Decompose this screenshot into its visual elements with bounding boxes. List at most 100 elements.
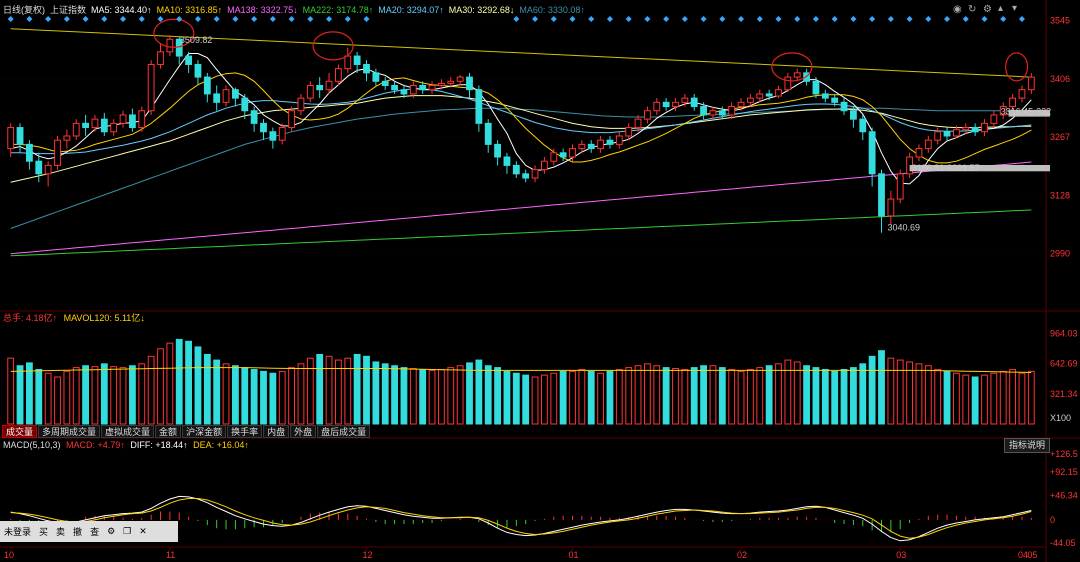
marker-diamond-22 xyxy=(213,16,220,22)
tab-2[interactable]: 虚拟成交量 xyxy=(101,425,155,438)
candle-body-16 xyxy=(157,51,164,65)
arrow-up-icon[interactable]: ▴ xyxy=(998,3,1003,14)
xtick-7: 05 xyxy=(1027,550,1037,560)
arrow-down-icon[interactable]: ▾ xyxy=(1012,3,1017,14)
cancel-order-button[interactable]: 撤 xyxy=(69,525,86,538)
volume-bar-65 xyxy=(615,368,623,425)
volume-bar-72 xyxy=(681,368,689,425)
volume-bar-109 xyxy=(1027,370,1035,425)
price-annotations: 3509.82 3040.69 3186.81-3201.57 3316.45-332 xyxy=(180,35,1051,232)
candle-body-1 xyxy=(16,127,24,145)
candle-1 xyxy=(16,123,24,153)
query-button[interactable]: 查 xyxy=(86,525,103,538)
volume-bar-16 xyxy=(157,348,164,425)
candle-28 xyxy=(269,127,277,149)
tab-8[interactable]: 盘后成交量 xyxy=(317,425,371,438)
candle-63 xyxy=(597,135,604,153)
refresh-icon[interactable]: ↻ xyxy=(968,4,976,15)
volume-bar-66 xyxy=(625,367,633,425)
tab-4[interactable]: 沪深金额 xyxy=(182,425,227,438)
volume-bar-23 xyxy=(222,363,230,425)
high-annotation: 3509.82 xyxy=(180,35,213,45)
macd-title: MACD(5,10,3) xyxy=(3,440,61,450)
candle-body-78 xyxy=(737,101,745,108)
tab-3[interactable]: 金额 xyxy=(155,425,182,438)
candle-body-79 xyxy=(747,97,754,103)
candle-body-54 xyxy=(512,164,520,175)
candle-body-15 xyxy=(147,63,155,112)
candle-83 xyxy=(784,72,792,92)
volume-bar-93 xyxy=(878,350,885,425)
candle-23 xyxy=(222,85,230,107)
candle-body-25 xyxy=(241,97,249,112)
candle-7 xyxy=(72,119,80,141)
volume-bar-20 xyxy=(194,346,202,425)
sell-button[interactable]: 卖 xyxy=(52,525,69,538)
candle-body-13 xyxy=(129,114,136,129)
candle-22 xyxy=(213,85,221,111)
candle-body-41 xyxy=(391,85,398,91)
volume-bar-54 xyxy=(512,372,520,425)
marker-diamond-2 xyxy=(26,16,33,22)
macd-ytick-2: +46.34 xyxy=(1050,491,1078,501)
moving-average-lines xyxy=(10,53,1032,257)
volume-bar-21 xyxy=(203,353,211,425)
low-annotation: 3040.69 xyxy=(888,223,921,233)
xtick-0: 10 xyxy=(4,550,14,560)
vol-ytick-1: 642.69 xyxy=(1050,359,1078,369)
candle-body-40 xyxy=(381,80,389,87)
tab-1[interactable]: 多周期成交量 xyxy=(38,425,101,438)
candle-27 xyxy=(260,119,267,141)
gear-icon[interactable]: ⚙ xyxy=(103,526,119,537)
login-button[interactable]: 未登录 xyxy=(0,525,35,538)
price-ytick-0: 3545 xyxy=(1050,15,1070,25)
volume-bar-52 xyxy=(494,367,501,425)
marker-diamond-96 xyxy=(906,16,913,22)
tab-0[interactable]: 成交量 xyxy=(2,425,38,438)
candle-38 xyxy=(363,60,370,82)
candle-body-80 xyxy=(756,93,764,99)
volume-bar-80 xyxy=(756,367,764,425)
volume-bar-59 xyxy=(559,370,567,425)
candle-65 xyxy=(615,131,623,149)
marker-diamond-104 xyxy=(981,16,988,22)
candle-70 xyxy=(662,98,670,111)
ma-legend-ma20: MA20: 3294.07↑ xyxy=(378,5,444,15)
indicator-help-button[interactable]: 指标说明 xyxy=(1004,438,1050,453)
candlesticks[interactable] xyxy=(7,35,1035,233)
tab-5[interactable]: 换手率 xyxy=(227,425,263,438)
marker-diamond-98 xyxy=(925,16,932,22)
volume-bar-91 xyxy=(859,363,867,425)
volume-bar-70 xyxy=(662,367,670,425)
volume-bar-62 xyxy=(587,370,595,425)
tab-6[interactable]: 内盘 xyxy=(263,425,290,438)
candle-body-4 xyxy=(44,164,52,175)
candle-0 xyxy=(7,123,15,157)
candle-body-29 xyxy=(278,127,286,141)
period-label[interactable]: 日线(复权) xyxy=(3,5,45,15)
candle-body-84 xyxy=(793,72,801,78)
volume-bar-51 xyxy=(484,365,492,425)
candle-body-44 xyxy=(419,85,427,91)
window-icon[interactable]: ❐ xyxy=(119,526,135,537)
marker-diamond-92 xyxy=(869,16,876,22)
chart-stage: 3545 3406 3267 3128 2990 964.03 642.69 321.34 X1… xyxy=(0,0,1080,562)
volume-bar-14 xyxy=(138,363,146,425)
candle-body-0 xyxy=(7,127,15,150)
close-icon[interactable]: ✕ xyxy=(135,526,151,537)
candle-body-103 xyxy=(971,127,979,133)
tab-7[interactable]: 外盘 xyxy=(290,425,317,438)
volume-bars[interactable] xyxy=(7,338,1035,425)
candle-51 xyxy=(484,119,492,153)
candle-body-49 xyxy=(466,76,473,91)
buy-button[interactable]: 买 xyxy=(35,525,52,538)
settings-icon[interactable]: ⚙ xyxy=(983,4,992,15)
marker-diamond-30 xyxy=(288,16,295,22)
volume-bar-46 xyxy=(438,368,445,425)
volume-bar-89 xyxy=(840,368,848,425)
marker-diamond-32 xyxy=(307,16,314,22)
candle-68 xyxy=(644,106,651,124)
volume-bar-57 xyxy=(541,374,548,425)
xtick-1: 11 xyxy=(166,550,175,560)
eye-icon[interactable]: ◉ xyxy=(953,4,962,15)
